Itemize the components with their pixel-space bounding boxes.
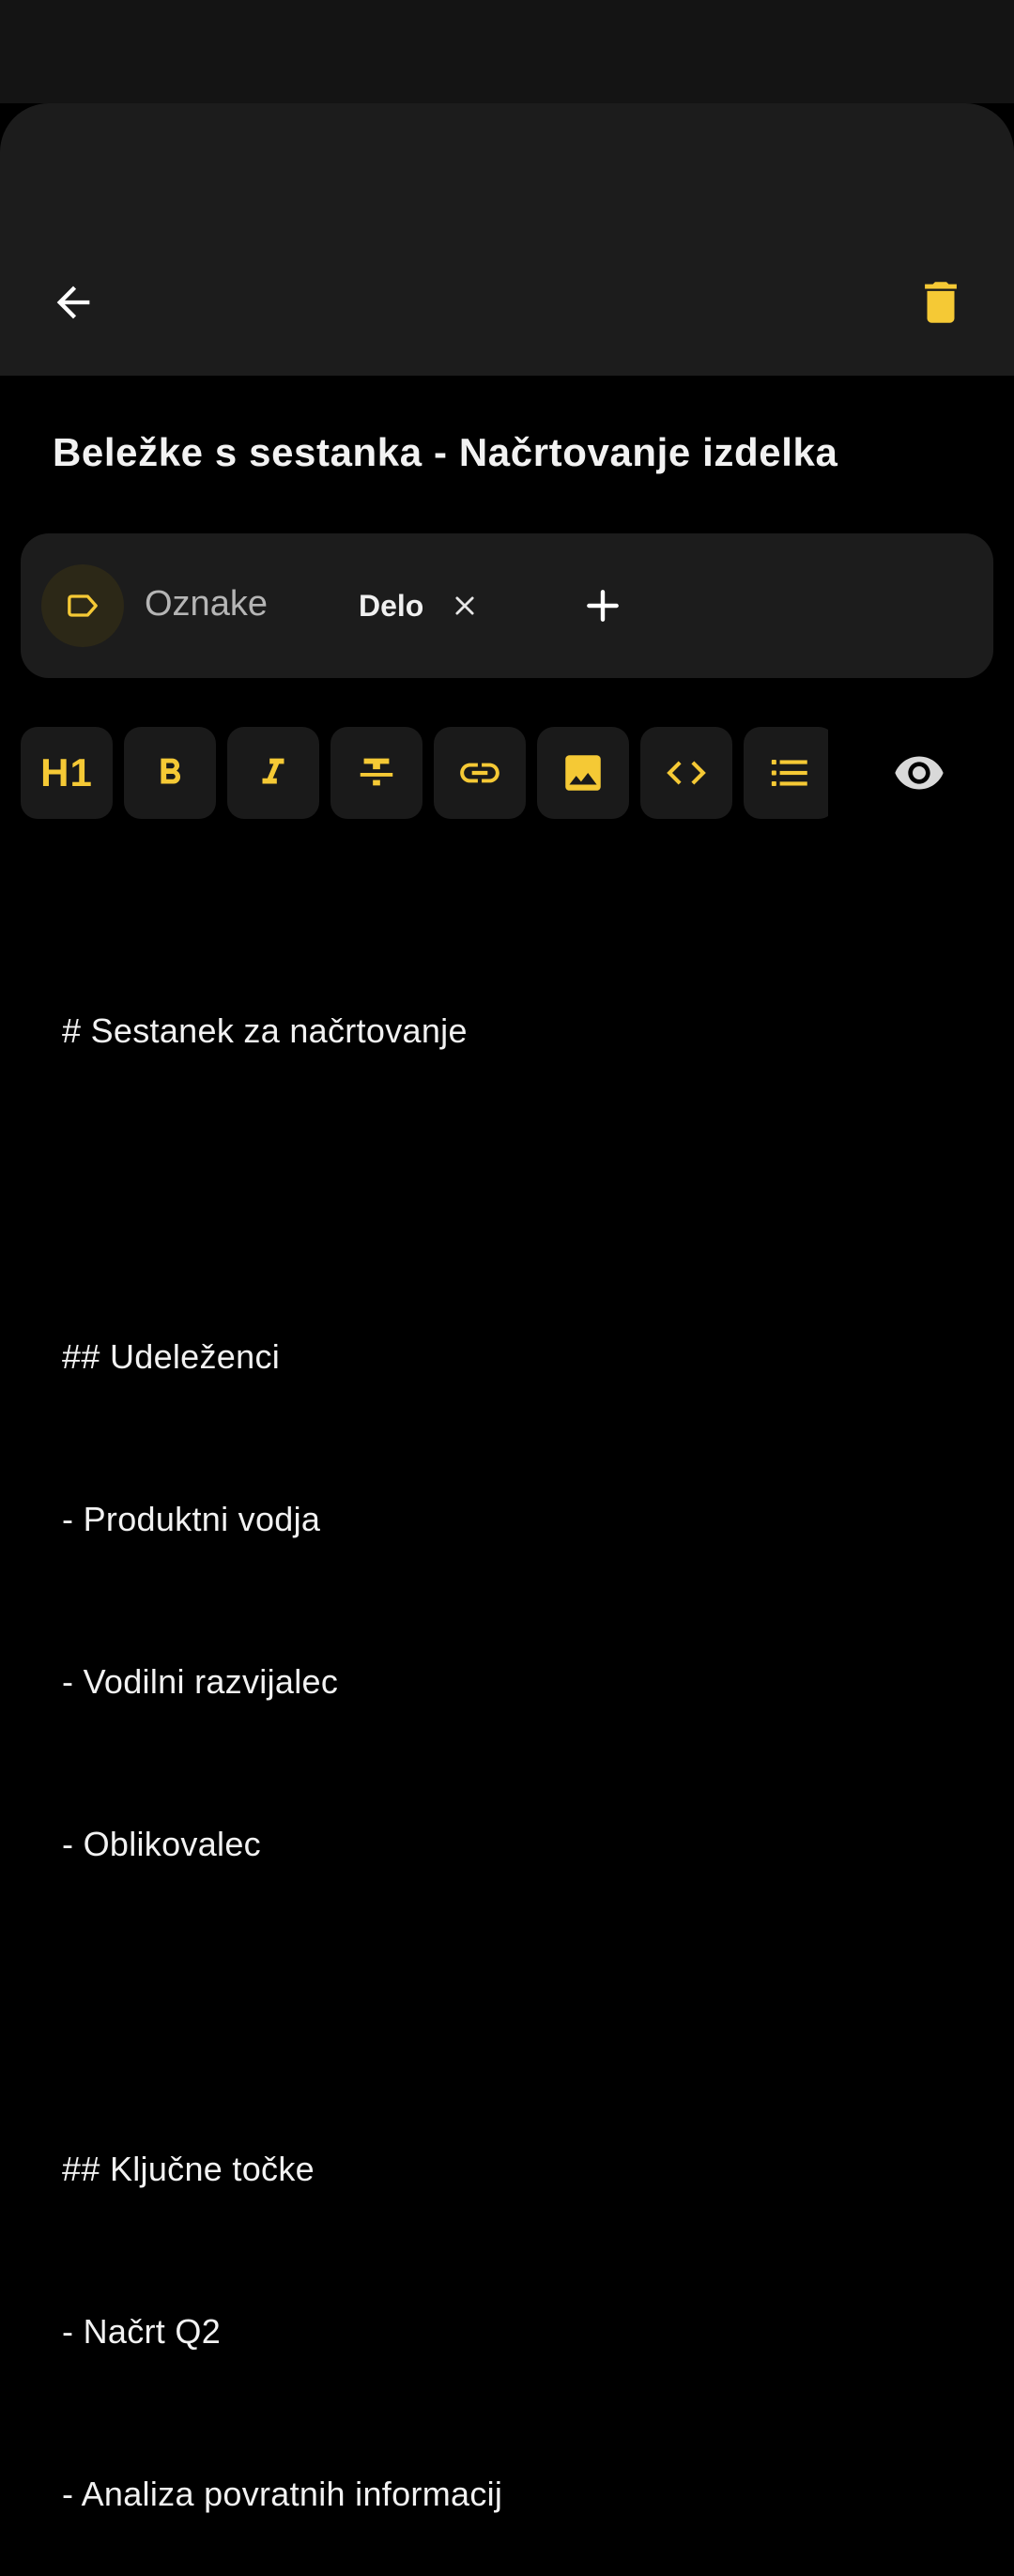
close-icon	[455, 596, 474, 615]
list-icon	[771, 760, 807, 786]
editor-line: - Vodilni razvijalec	[62, 1661, 339, 1701]
formatting-toolbar: H1	[21, 727, 828, 821]
editor-line: # Sestanek za načrtovanje	[62, 1011, 468, 1051]
link-button[interactable]	[434, 727, 526, 819]
image-icon	[565, 755, 601, 791]
status-bar-area	[0, 0, 1014, 103]
editor-line: - Produktni vodja	[62, 1499, 321, 1538]
editor-line: - Načrt Q2	[62, 2312, 222, 2352]
link-icon	[460, 763, 499, 783]
editor-line: - Analiza povratnih informacij	[62, 2475, 503, 2514]
heading-button[interactable]: H1	[21, 727, 113, 819]
delete-button[interactable]	[903, 265, 978, 340]
trash-icon	[925, 282, 957, 323]
bold-icon	[161, 758, 181, 784]
strikethrough-icon	[360, 758, 393, 786]
add-tag-button[interactable]	[565, 568, 640, 643]
editor-line: - Oblikovalec	[62, 1824, 261, 1863]
eye-icon	[895, 756, 944, 790]
image-button[interactable]	[537, 727, 629, 819]
italic-button[interactable]	[227, 727, 319, 819]
code-icon	[667, 761, 706, 785]
note-title[interactable]: Beležke s sestanka - Načrtovanje izdelka	[53, 430, 973, 475]
italic-icon	[262, 758, 284, 784]
tag-icon	[68, 594, 98, 617]
tag-chip-remove-button[interactable]	[442, 583, 487, 628]
strikethrough-button[interactable]	[330, 727, 422, 819]
bold-button[interactable]	[124, 727, 216, 819]
list-button[interactable]	[744, 727, 828, 819]
arrow-left-icon	[56, 285, 90, 319]
markdown-editor[interactable]: # Sestanek za načrtovanje ## Udeleženci …	[62, 896, 963, 2576]
tag-chip-label: Delo	[359, 588, 424, 623]
heading-label: H1	[40, 750, 93, 794]
preview-toggle-button[interactable]	[873, 727, 965, 819]
plus-icon	[587, 590, 619, 622]
tags-bar: Oznake Delo	[21, 533, 993, 678]
editor-line: ## Udeleženci	[62, 1336, 281, 1376]
tag-chip[interactable]: Delo	[338, 571, 487, 640]
back-button[interactable]	[36, 265, 111, 340]
editor-line: ## Ključne točke	[62, 2150, 315, 2189]
app-bar	[0, 103, 1014, 376]
code-button[interactable]	[640, 727, 732, 819]
tags-label: Oznake	[145, 584, 268, 624]
tag-icon-badge	[41, 564, 124, 647]
